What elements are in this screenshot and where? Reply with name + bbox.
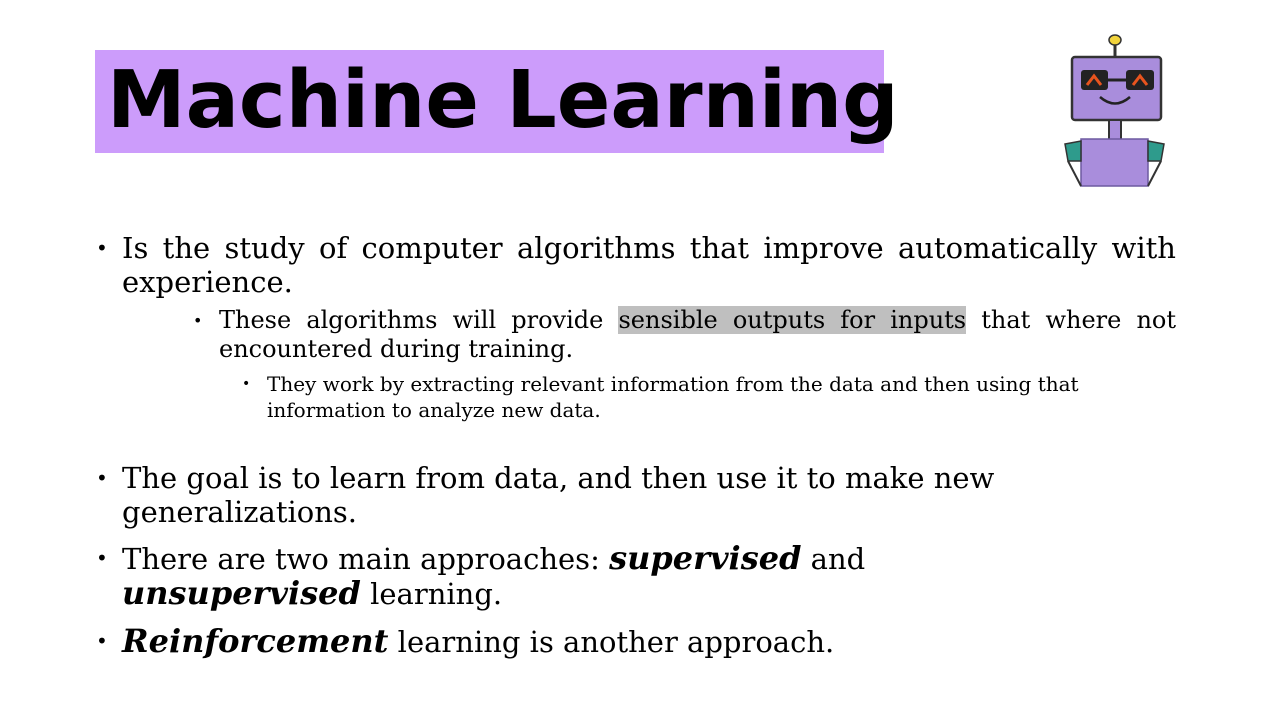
- bullet-marker: •: [96, 546, 108, 570]
- bullet-marker: •: [193, 311, 203, 330]
- unsupervised-emphasis: unsupervised: [122, 574, 361, 612]
- slide: Machine Learning • Is the study of compu…: [0, 0, 1280, 720]
- subbullet-algorithms-before: These algorithms will provide: [219, 306, 619, 334]
- bullet-study: • Is the study of computer algorithms th…: [96, 231, 1176, 299]
- highlighted-phrase: sensible outputs for inputs: [618, 306, 967, 334]
- title-band: Machine Learning: [95, 50, 899, 153]
- bullet-marker: •: [242, 376, 251, 392]
- reinforcement-after: learning is another approach.: [388, 625, 835, 659]
- approaches-after: learning.: [360, 577, 503, 611]
- approaches-before: There are two main approaches:: [122, 542, 610, 576]
- reinforcement-emphasis: Reinforcement: [122, 622, 389, 660]
- bullet-reinforcement: • Reinforcement learning is another appr…: [96, 624, 1176, 659]
- subsubbullet-extracting-text: They work by extracting relevant informa…: [267, 372, 1079, 422]
- bullet-goal-text: The goal is to learn from data, and then…: [122, 461, 995, 529]
- bullet-marker: •: [96, 466, 108, 490]
- bullet-study-text: Is the study of computer algorithms that…: [122, 231, 1176, 299]
- bullet-marker: •: [96, 629, 108, 653]
- robot-icon: [1064, 34, 1165, 187]
- subsubbullet-extracting: • They work by extracting relevant infor…: [242, 371, 1176, 423]
- slide-title: Machine Learning: [107, 54, 899, 146]
- approaches-mid: and: [801, 542, 866, 576]
- subbullet-algorithms-text: These algorithms will provide sensible o…: [219, 306, 1176, 364]
- subbullet-algorithms: • These algorithms will provide sensible…: [193, 306, 1176, 364]
- bullet-reinforcement-text: Reinforcement learning is another approa…: [122, 624, 1176, 659]
- bullet-marker: •: [96, 236, 108, 260]
- bullet-approaches: • There are two main approaches: supervi…: [96, 541, 1106, 611]
- supervised-emphasis: supervised: [609, 539, 802, 577]
- bullet-approaches-text: There are two main approaches: supervise…: [122, 541, 1106, 611]
- bullet-goal: • The goal is to learn from data, and th…: [96, 461, 1016, 529]
